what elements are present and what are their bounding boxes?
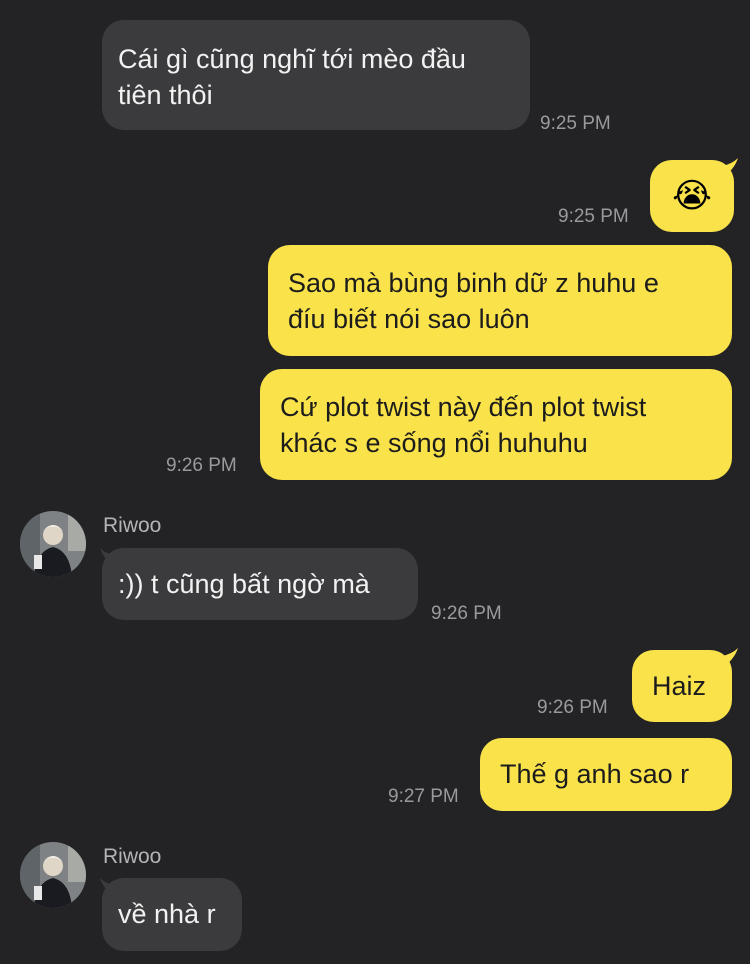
user-avatar[interactable]	[20, 511, 86, 577]
message-timestamp: 9:27 PM	[388, 786, 459, 807]
message-bubble-outgoing[interactable]: Thế g anh sao r	[480, 738, 732, 811]
message-bubble-incoming[interactable]: :)) t cũng bất ngờ mà	[102, 548, 418, 620]
sender-name: Riwoo	[103, 845, 162, 868]
message-timestamp: 9:26 PM	[537, 697, 608, 718]
message-timestamp: 9:25 PM	[540, 113, 611, 134]
message-bubble-outgoing[interactable]: Haiz	[632, 650, 732, 722]
crying-face-emoji: 😭	[672, 177, 712, 215]
message-timestamp: 9:26 PM	[431, 603, 502, 624]
message-bubble-incoming[interactable]: về nhà r	[102, 878, 242, 951]
user-avatar[interactable]	[20, 842, 86, 908]
message-bubble-outgoing[interactable]: Cứ plot twist này đến plot twist khác s …	[260, 369, 732, 480]
message-timestamp: 9:26 PM	[166, 455, 237, 476]
message-bubble-outgoing[interactable]: Sao mà bùng binh dữ z huhu e đíu biết nó…	[268, 245, 732, 356]
message-timestamp: 9:25 PM	[558, 206, 629, 227]
message-bubble-incoming[interactable]: Cái gì cũng nghĩ tới mèo đầu tiên thôi	[102, 20, 530, 130]
sender-name: Riwoo	[103, 514, 162, 537]
